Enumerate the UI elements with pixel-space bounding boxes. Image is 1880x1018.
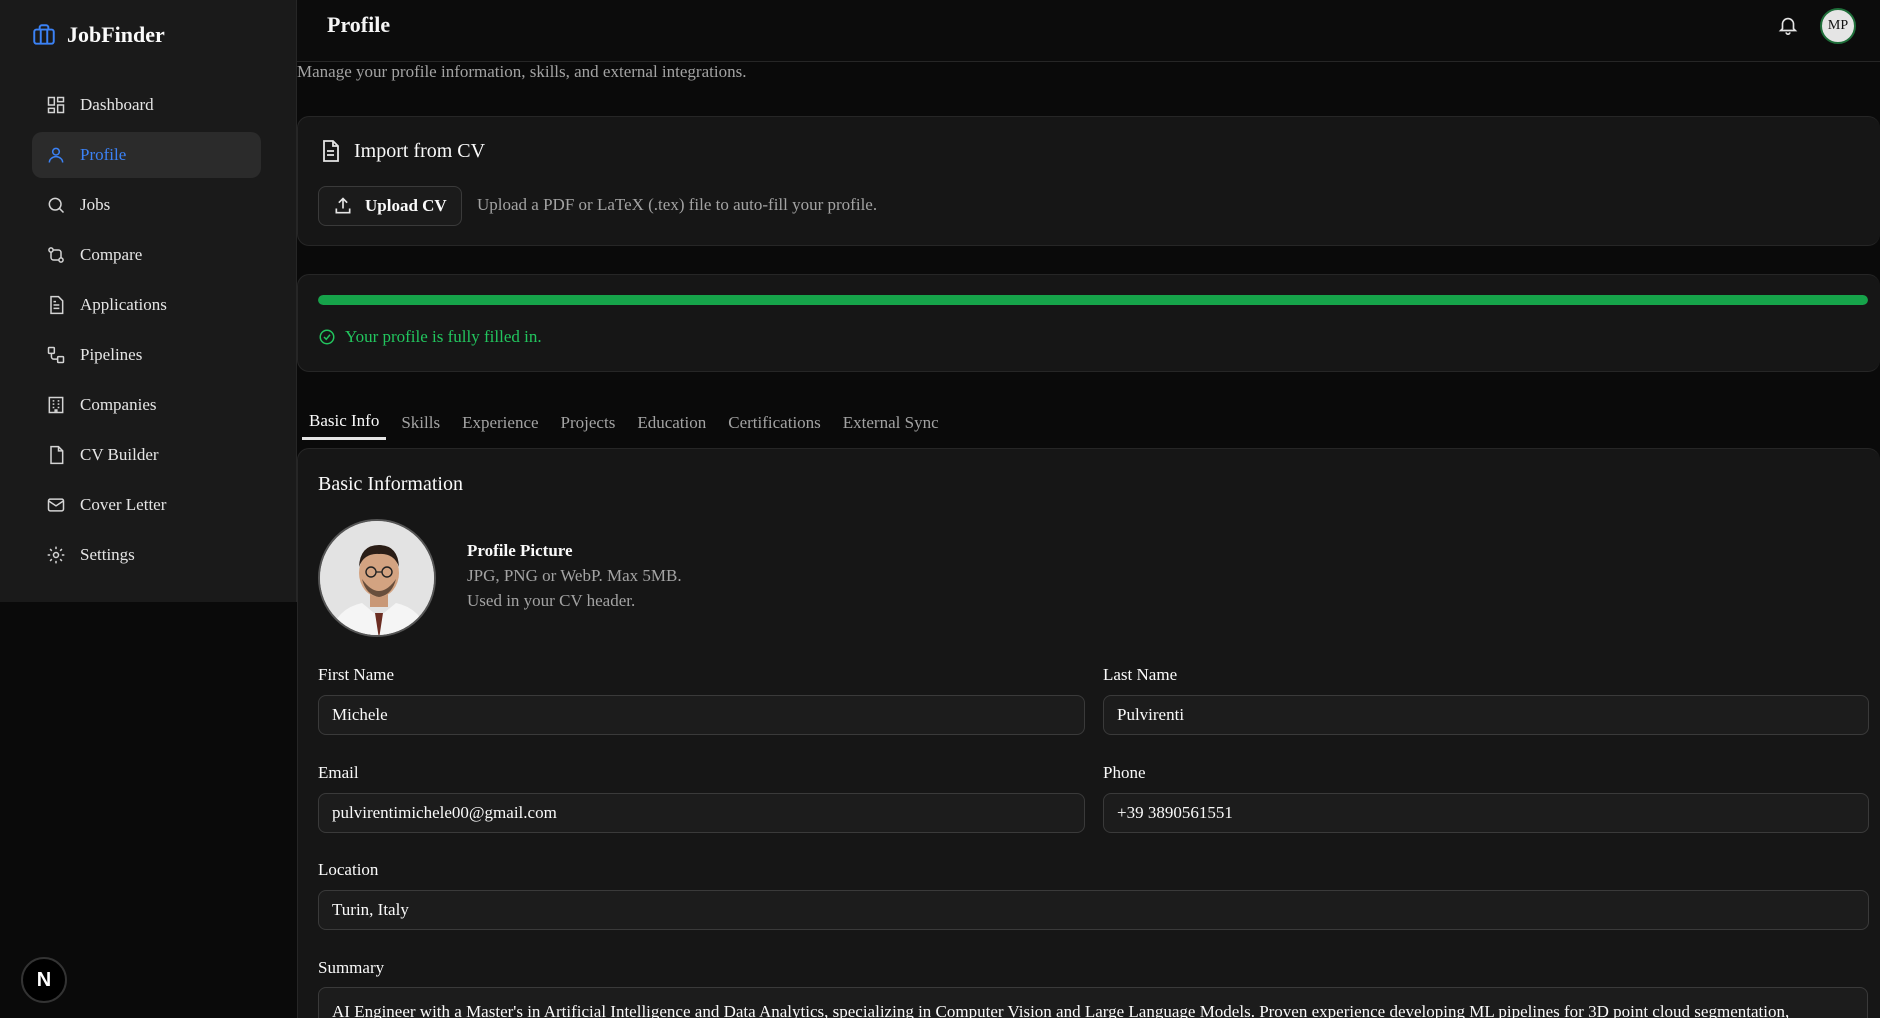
dashboard-icon [47,96,65,114]
user-icon [48,147,64,163]
sidebar-item-label: CV Builder [80,445,159,464]
page-subtitle: Manage your profile information, skills,… [297,62,747,81]
tab-certifications[interactable]: Certifications [721,405,828,440]
profile-progress-bar [318,295,1868,305]
summary-label: Summary [318,958,385,977]
check-circle-icon [319,329,335,345]
phone-input[interactable]: +39 3890561551 [1103,793,1869,833]
profile-progress-card: Your profile is fully filled in. [297,274,1880,372]
mail-icon [47,498,65,512]
sidebar-nav: Dashboard Profile Jobs Compare Applicati… [32,82,261,582]
last-name-input[interactable]: Pulvirenti [1103,695,1869,735]
import-title: Import from CV [318,139,485,163]
sidebar-item-label: Applications [80,295,167,314]
document-icon [50,295,64,315]
first-name-input[interactable]: Michele [318,695,1085,735]
upload-hint: Upload a PDF or LaTeX (.tex) file to aut… [477,195,878,214]
sidebar-item-profile[interactable]: Profile [32,132,261,178]
sidebar-item-label: Companies [80,395,157,414]
profile-tabs: Basic Info Skills Experience Projects Ed… [302,405,954,440]
pipeline-icon [47,346,65,364]
briefcase-icon [33,24,55,45]
sidebar-item-label: Compare [80,245,143,264]
dev-badge[interactable]: N [21,957,67,1003]
brand-name: JobFinder [67,22,165,47]
sidebar: JobFinder Dashboard Profile Jobs Compare… [0,0,297,602]
sidebar-item-companies[interactable]: Companies [32,382,261,428]
location-input[interactable]: Turin, Italy [318,890,1869,930]
file-icon [50,445,64,465]
upload-icon [335,197,351,214]
basic-info-card: Basic Information Profile Picture JPG, P… [297,448,1880,1018]
compare-icon [48,247,64,263]
sidebar-item-jobs[interactable]: Jobs [32,182,261,228]
location-label: Location [318,860,379,879]
sidebar-item-settings[interactable]: Settings [32,532,261,578]
tab-projects[interactable]: Projects [554,405,623,440]
notifications-button[interactable] [1777,14,1801,38]
sidebar-item-label: Dashboard [80,95,154,114]
sidebar-item-applications[interactable]: Applications [32,282,261,328]
import-title-text: Import from CV [354,139,486,162]
sidebar-item-label: Settings [80,545,135,564]
user-avatar[interactable]: MP [1820,8,1856,44]
phone-label: Phone [1103,763,1146,782]
upload-cv-button[interactable]: Upload CV [318,186,462,226]
tab-education[interactable]: Education [630,405,713,440]
profile-picture-hint: JPG, PNG or WebP. Max 5MB. [467,566,682,585]
building-icon [48,396,64,414]
profile-photo-image [320,521,434,635]
profile-picture-hint-2: Used in your CV header. [467,591,636,610]
sidebar-item-label: Pipelines [80,345,143,364]
profile-photo[interactable] [318,519,436,637]
sidebar-item-label: Cover Letter [80,495,167,514]
bell-icon [1778,17,1798,35]
sidebar-item-label: Profile [80,145,127,164]
email-input[interactable]: pulvirentimichele00@gmail.com [318,793,1085,833]
sidebar-item-compare[interactable]: Compare [32,232,261,278]
email-label: Email [318,763,359,782]
tab-external-sync[interactable]: External Sync [836,405,946,440]
sidebar-item-label: Jobs [80,195,111,214]
sidebar-item-cover-letter[interactable]: Cover Letter [32,482,261,528]
progress-message-text: Your profile is fully filled in. [345,327,542,346]
tab-skills[interactable]: Skills [394,405,447,440]
top-header: Profile MP [297,0,1880,62]
last-name-label: Last Name [1103,665,1178,684]
brand[interactable]: JobFinder [31,20,165,50]
sidebar-item-pipelines[interactable]: Pipelines [32,332,261,378]
document-icon [323,140,339,162]
search-icon [48,197,65,214]
progress-fill [318,295,1868,305]
gear-icon [47,546,65,564]
tab-basic-info[interactable]: Basic Info [302,405,387,440]
import-cv-card: Import from CV Upload CV Upload a PDF or… [297,116,1880,246]
section-title: Basic Information [318,473,463,495]
first-name-label: First Name [318,665,395,684]
sidebar-item-cv-builder[interactable]: CV Builder [32,432,261,478]
summary-textarea[interactable]: AI Engineer with a Master's in Artificia… [318,987,1868,1018]
progress-message: Your profile is fully filled in. [318,327,542,347]
profile-picture-label: Profile Picture [467,541,573,560]
upload-cv-label: Upload CV [365,196,447,215]
sidebar-item-dashboard[interactable]: Dashboard [32,82,261,128]
page-title: Profile [327,12,391,37]
tab-experience[interactable]: Experience [455,405,545,440]
